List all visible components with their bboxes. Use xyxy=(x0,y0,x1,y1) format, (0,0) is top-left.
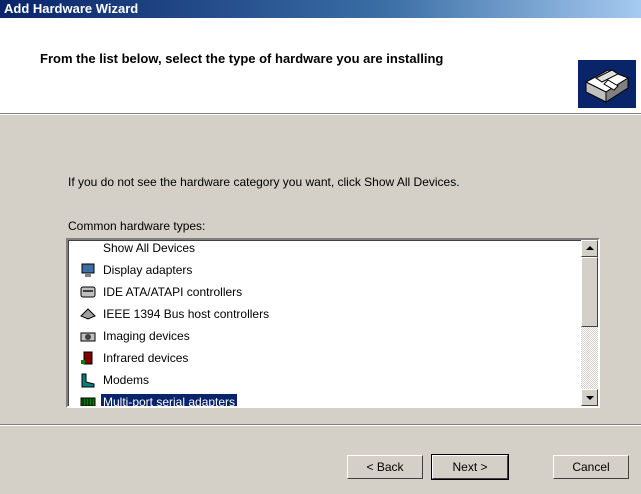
list-item[interactable]: IDE ATA/ATAPI controllers xyxy=(71,281,578,303)
list-item-label: Multi-port serial adapters xyxy=(101,394,238,408)
scroll-up-button[interactable] xyxy=(581,240,598,257)
display-adapter-icon xyxy=(81,263,95,277)
list-item-label: Show All Devices xyxy=(103,241,196,255)
vertical-scrollbar[interactable] xyxy=(581,240,598,406)
list-item[interactable]: Display adapters xyxy=(71,259,578,281)
list-item-label: Imaging devices xyxy=(103,329,190,343)
modem-icon xyxy=(81,373,95,388)
wizard-header: From the list below, select the type of … xyxy=(0,18,641,115)
list-items: Show All Devices Display adapters IDE ATA/… xyxy=(71,240,578,408)
list-item[interactable]: Modems xyxy=(71,369,578,391)
header-title: From the list below, select the type of … xyxy=(40,51,444,66)
hardware-type-list[interactable]: Show All Devices Display adapters IDE ATA/… xyxy=(66,238,600,408)
ide-controller-icon xyxy=(80,286,96,298)
back-button[interactable]: < Back xyxy=(347,455,423,479)
list-item[interactable]: Imaging devices xyxy=(71,325,578,347)
instruction-text: If you do not see the hardware category … xyxy=(68,175,460,189)
scroll-thumb[interactable] xyxy=(581,257,598,327)
scroll-down-button[interactable] xyxy=(581,389,598,406)
imaging-device-icon xyxy=(80,332,96,342)
footer-divider-highlight xyxy=(0,425,641,426)
infrared-icon xyxy=(81,351,93,365)
ieee1394-icon xyxy=(80,308,96,320)
list-item[interactable]: Show All Devices xyxy=(71,240,578,259)
hardware-wizard-icon xyxy=(578,60,636,108)
window-title: Add Hardware Wizard xyxy=(4,1,139,16)
arrow-up-icon xyxy=(586,246,594,250)
list-item[interactable]: Infrared devices xyxy=(71,347,578,369)
list-item[interactable]: Multi-port serial adapters xyxy=(71,391,578,408)
list-item-label: IDE ATA/ATAPI controllers xyxy=(103,285,243,299)
list-label: Common hardware types: xyxy=(68,219,206,233)
title-bar[interactable]: Add Hardware Wizard xyxy=(0,0,641,18)
list-item-label: IEEE 1394 Bus host controllers xyxy=(103,307,270,321)
arrow-down-icon xyxy=(586,396,594,400)
list-item-label: Infrared devices xyxy=(103,351,189,365)
list-item[interactable]: IEEE 1394 Bus host controllers xyxy=(71,303,578,325)
list-item-label: Display adapters xyxy=(103,263,193,277)
list-item-label: Modems xyxy=(103,373,150,387)
cancel-button[interactable]: Cancel xyxy=(553,455,629,479)
next-button[interactable]: Next > xyxy=(431,454,509,480)
serial-adapter-icon xyxy=(80,397,96,406)
